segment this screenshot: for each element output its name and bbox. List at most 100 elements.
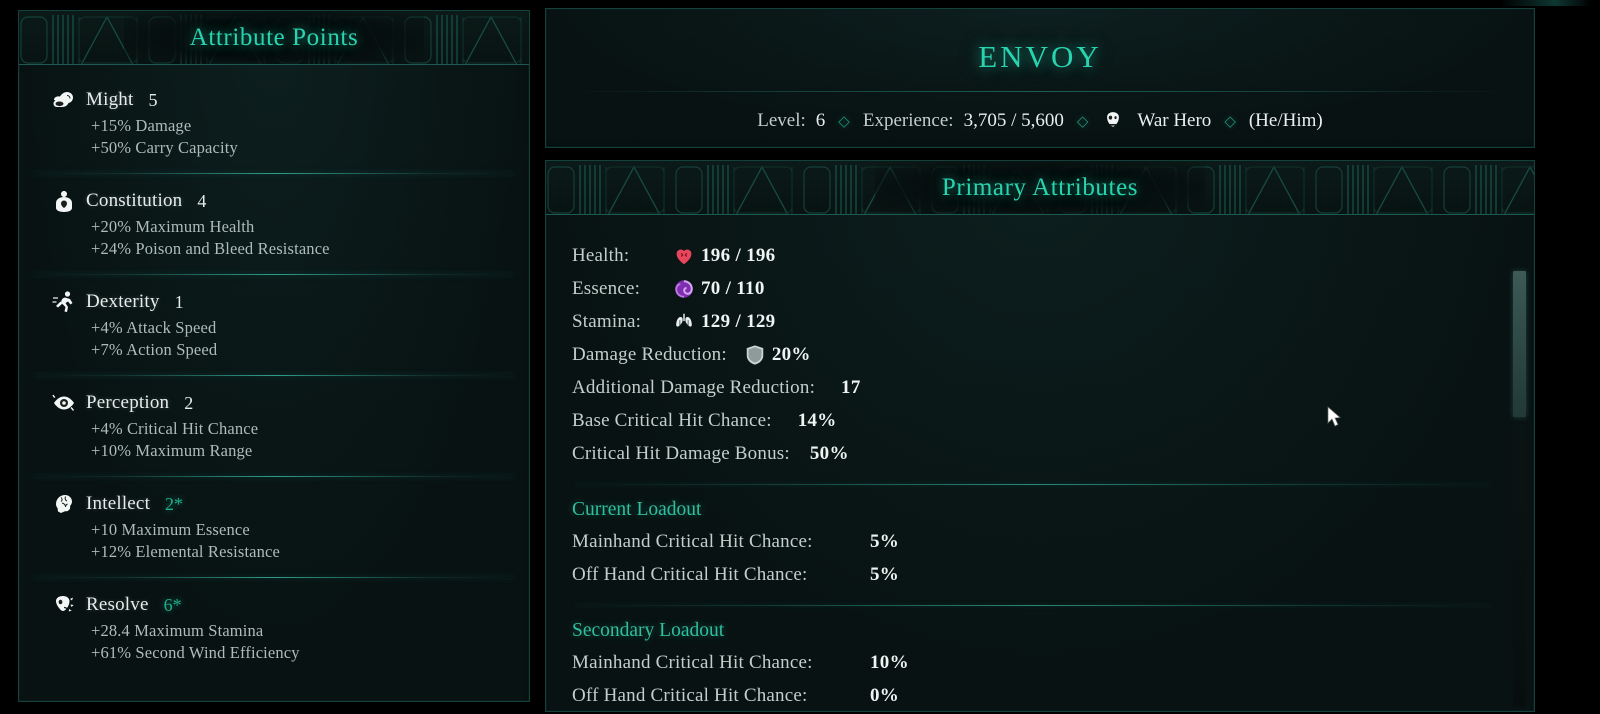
- window-frame-accent: [1500, 0, 1592, 6]
- essence-spiral-icon: [672, 277, 696, 301]
- primary-attributes-panel: Primary Attributes Health: 196 / 196 Ess…: [545, 160, 1535, 712]
- stat-label: Additional Damage Reduction:: [572, 376, 816, 398]
- stat-label: Base Critical Hit Chance:: [572, 409, 772, 431]
- stat-row-base-crit-chance: Base Critical Hit Chance: 14%: [572, 404, 1494, 437]
- attribute-value: 4: [197, 190, 207, 211]
- attribute-list: Might 5 +15% Damage +50% Carry Capacity …: [19, 65, 529, 702]
- war-hero-mask-icon: [1101, 109, 1125, 133]
- scrollbar-thumb[interactable]: [1513, 271, 1526, 417]
- diamond-separator-icon: ◇: [838, 113, 850, 130]
- stat-label: Critical Hit Damage Bonus:: [572, 442, 790, 464]
- attribute-row-resolve[interactable]: Resolve 6* +28.4 Maximum Stamina +61% Se…: [19, 592, 529, 664]
- stat-label: Health:: [572, 244, 630, 266]
- stat-row-crit-damage-bonus: Critical Hit Damage Bonus: 50%: [572, 437, 1494, 470]
- stat-value: 20%: [771, 343, 811, 365]
- attribute-name: Perception: [86, 392, 170, 413]
- scrollbar-track[interactable]: [1513, 271, 1526, 707]
- stat-row-current-offhand-crit: Off Hand Critical Hit Chance: 5%: [572, 558, 1494, 591]
- attribute-bonus: +4% Attack Speed: [91, 318, 217, 337]
- stat-row-damage-reduction: Damage Reduction: 20%: [572, 338, 1494, 371]
- stat-value: 0%: [870, 684, 900, 706]
- attribute-bonus: +24% Poison and Bleed Resistance: [91, 239, 330, 258]
- attribute-bonus: +28.4 Maximum Stamina: [91, 621, 264, 640]
- attribute-bonus: +10 Maximum Essence: [91, 520, 250, 539]
- character-name: ENVOY: [978, 39, 1102, 74]
- attribute-value: 2*: [165, 493, 184, 514]
- stat-row-secondary-offhand-crit: Off Hand Critical Hit Chance: 0%: [572, 679, 1494, 711]
- attribute-row-intellect[interactable]: Intellect 2* +10 Maximum Essence +12% El…: [19, 491, 529, 563]
- stat-row-stamina: Stamina: 129 / 129: [572, 305, 1494, 338]
- character-header-panel: ENVOY Level: 6 ◇ Experience: 3,705 / 5,6…: [545, 8, 1535, 148]
- attribute-name: Resolve: [86, 594, 149, 615]
- character-title-text: War Hero: [1137, 110, 1212, 131]
- attribute-value: 1: [174, 291, 184, 312]
- attribute-row-dexterity[interactable]: Dexterity 1 +4% Attack Speed +7% Action …: [19, 289, 529, 361]
- lungs-icon: [672, 310, 696, 334]
- attribute-bonus: +61% Second Wind Efficiency: [91, 643, 300, 662]
- stat-value: 14%: [797, 409, 837, 431]
- stat-value: 5%: [870, 563, 900, 585]
- mask-resolve-icon: [51, 592, 77, 618]
- panel-title: Primary Attributes: [941, 174, 1139, 201]
- attribute-bonus: +20% Maximum Health: [91, 217, 255, 236]
- stat-label: Stamina:: [572, 310, 642, 332]
- stat-row-additional-damage-reduction: Additional Damage Reduction: 17: [572, 371, 1494, 404]
- section-divider: [574, 484, 1492, 485]
- stat-label: Damage Reduction:: [572, 343, 727, 365]
- attribute-bonus: +12% Elemental Resistance: [91, 542, 280, 561]
- attribute-points-header: Attribute Points: [19, 11, 529, 65]
- stat-row-essence: Essence: 70 / 110: [572, 272, 1494, 305]
- attribute-name: Intellect: [86, 493, 151, 514]
- heart-icon: [672, 244, 696, 268]
- attribute-divider: [33, 173, 515, 174]
- runner-icon: [51, 289, 77, 315]
- attribute-row-constitution[interactable]: Constitution 4 +20% Maximum Health +24% …: [19, 188, 529, 260]
- attribute-divider: [33, 577, 515, 578]
- torso-icon: [51, 188, 77, 214]
- current-loadout-heading: Current Loadout: [572, 499, 702, 520]
- stat-value: 70 / 110: [701, 277, 765, 299]
- stat-value: 10%: [870, 651, 909, 673]
- attribute-bonus: +4% Critical Hit Chance: [91, 419, 259, 438]
- attribute-row-might[interactable]: Might 5 +15% Damage +50% Carry Capacity: [19, 87, 529, 159]
- bicep-icon: [51, 87, 77, 113]
- attribute-divider: [33, 375, 515, 376]
- experience-label: Experience:: [862, 110, 954, 131]
- attribute-name: Might: [86, 89, 134, 110]
- stat-value: 17: [841, 376, 861, 398]
- primary-attributes-header: Primary Attributes: [546, 161, 1534, 215]
- attribute-points-panel: Attribute Points Might 5 +15% Damage +50…: [18, 10, 530, 702]
- stat-label: Off Hand Critical Hit Chance:: [572, 684, 808, 706]
- attribute-bonus: +15% Damage: [91, 116, 192, 135]
- panel-title: Attribute Points: [189, 24, 359, 51]
- stat-value: 196 / 196: [701, 244, 776, 266]
- diamond-separator-icon: ◇: [1224, 113, 1236, 130]
- attribute-divider: [33, 476, 515, 477]
- diamond-separator-icon: ◇: [1076, 113, 1089, 130]
- experience-value: 3,705 / 5,600: [963, 110, 1064, 131]
- header-separator: [568, 91, 1512, 92]
- attribute-bonus: +7% Action Speed: [91, 340, 218, 359]
- character-title-badge[interactable]: War Hero: [1101, 109, 1211, 133]
- level-label: Level:: [757, 110, 806, 131]
- stat-value: 50%: [809, 442, 849, 464]
- primary-attributes-body: Health: 196 / 196 Essence: 70 / 110 Stam…: [546, 215, 1534, 711]
- eye-icon: [51, 390, 77, 416]
- attribute-bonus: +10% Maximum Range: [91, 441, 253, 460]
- attribute-row-perception[interactable]: Perception 2 +4% Critical Hit Chance +10…: [19, 390, 529, 462]
- attribute-divider: [33, 274, 515, 275]
- stat-row-health: Health: 196 / 196: [572, 239, 1494, 272]
- secondary-loadout-heading: Secondary Loadout: [572, 620, 725, 641]
- pronouns: (He/Him): [1248, 110, 1323, 131]
- stat-value: 5%: [870, 530, 900, 552]
- character-meta-row: Level: 6 ◇ Experience: 3,705 / 5,600 ◇ W…: [546, 109, 1534, 133]
- stat-label: Off Hand Critical Hit Chance:: [572, 563, 808, 585]
- shield-icon: [743, 343, 767, 367]
- brain-icon: [51, 491, 77, 517]
- stat-value: 129 / 129: [701, 310, 776, 332]
- level-value: 6: [815, 110, 826, 131]
- attribute-value: 2: [184, 392, 194, 413]
- attribute-value: 5: [148, 89, 158, 110]
- stat-label: Essence:: [572, 277, 641, 299]
- stat-row-current-mainhand-crit: Mainhand Critical Hit Chance: 5%: [572, 525, 1494, 558]
